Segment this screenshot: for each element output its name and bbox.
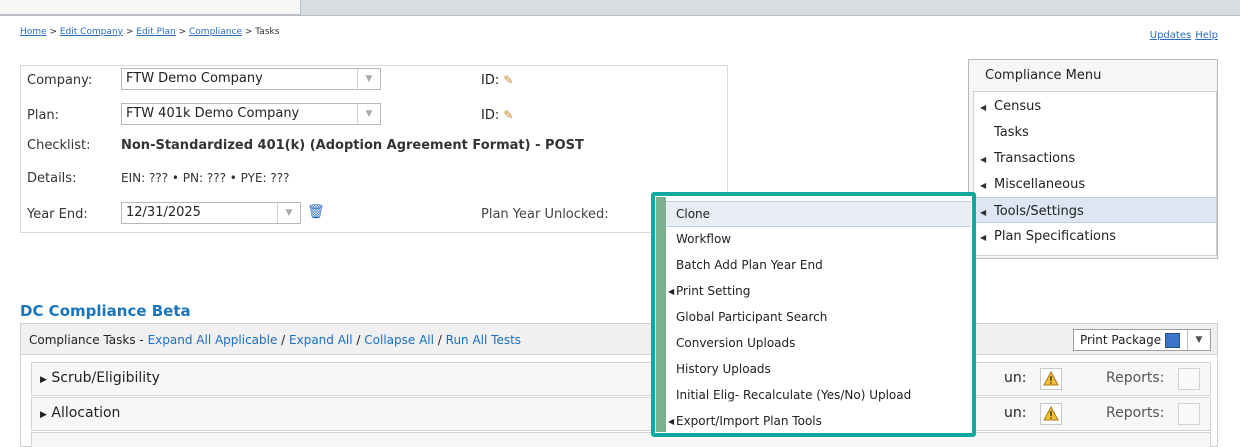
- company-row: Company: FTW Demo Company ▼ ID: ✎: [21, 68, 727, 92]
- compliance-menu-miscellaneous[interactable]: ◀ Miscellaneous: [974, 171, 1216, 197]
- details-value: EIN: ??? • PN: ??? • PYE: ???: [121, 171, 290, 185]
- tools-settings-submenu: Clone Workflow Batch Add Plan Year End ◀…: [656, 197, 971, 432]
- plan-id-label: ID: ✎: [481, 108, 514, 123]
- checklist-value: Non-Standardized 401(k) (Adoption Agreem…: [121, 138, 584, 153]
- expand-all-link[interactable]: Expand All: [289, 333, 353, 347]
- details-row: Details: EIN: ??? • PN: ??? • PYE: ???: [21, 166, 727, 190]
- compliance-tasks-label: Compliance Tasks -: [29, 333, 144, 347]
- year-end-label: Year End:: [27, 207, 88, 222]
- company-label: Company:: [27, 73, 93, 88]
- print-settings-icon[interactable]: [1165, 333, 1180, 348]
- top-bar: [0, 0, 1240, 16]
- caret-left-icon: ◀: [980, 103, 987, 112]
- caret-left-icon: ◀: [668, 417, 675, 426]
- caret-left-icon: ◀: [980, 155, 987, 164]
- breadcrumb-edit-company[interactable]: Edit Company: [60, 27, 123, 37]
- compliance-menu-census[interactable]: ◀ Census: [974, 93, 1216, 119]
- caret-right-icon: ▶: [40, 375, 47, 385]
- chevron-down-icon[interactable]: ▼: [357, 104, 380, 124]
- plan-select[interactable]: FTW 401k Demo Company ▼: [121, 103, 381, 125]
- plan-year-unlocked-label: Plan Year Unlocked:: [481, 207, 609, 222]
- warning-icon[interactable]: [1040, 403, 1062, 425]
- breadcrumb-current: Tasks: [255, 27, 280, 37]
- submenu-clone[interactable]: Clone: [666, 201, 971, 227]
- year-end-select[interactable]: 12/31/2025 ▼: [121, 202, 301, 224]
- caret-right-icon: ▶: [40, 410, 47, 420]
- submenu-batch-add-plan-year-end[interactable]: Batch Add Plan Year End: [666, 253, 971, 279]
- caret-left-icon: ◀: [980, 233, 987, 242]
- caret-left-icon: ◀: [980, 208, 987, 217]
- report-icon[interactable]: [1178, 368, 1200, 390]
- breadcrumb: Home > Edit Company > Edit Plan > Compli…: [20, 27, 280, 37]
- report-icon[interactable]: [1178, 403, 1200, 425]
- submenu-global-participant-search[interactable]: Global Participant Search: [666, 305, 971, 331]
- warning-icon[interactable]: [1040, 368, 1062, 390]
- plan-info-panel: Company: FTW Demo Company ▼ ID: ✎ Plan: …: [20, 65, 728, 233]
- collapse-all-link[interactable]: Collapse All: [364, 333, 434, 347]
- top-links: Updates Help: [1146, 30, 1218, 41]
- trash-icon[interactable]: 🗑: [307, 204, 325, 220]
- breadcrumb-home[interactable]: Home: [20, 27, 47, 37]
- compliance-menu-list: ◀ Census Tasks ◀ Transactions ◀ Miscellaneo…: [973, 91, 1217, 256]
- submenu-conversion-uploads[interactable]: Conversion Uploads: [666, 331, 971, 357]
- compliance-menu-title: Compliance Menu: [985, 68, 1102, 83]
- submenu-gutter: [656, 197, 666, 432]
- year-end-row: Year End: 12/31/2025 ▼ 🗑 Plan Year Unloc…: [21, 202, 727, 226]
- details-label: Details:: [27, 171, 77, 186]
- submenu-workflow[interactable]: Workflow: [666, 227, 971, 253]
- breadcrumb-edit-plan[interactable]: Edit Plan: [136, 27, 175, 37]
- compliance-menu-plan-specifications[interactable]: ◀ Plan Specifications: [974, 223, 1216, 249]
- print-package-button[interactable]: Print Package ▼: [1073, 329, 1211, 351]
- chevron-down-icon[interactable]: ▼: [277, 203, 300, 223]
- submenu-history-uploads[interactable]: History Uploads: [666, 357, 971, 383]
- task-row-allocation[interactable]: ▶ Allocation un: Reports:: [31, 397, 1211, 431]
- company-select[interactable]: FTW Demo Company ▼: [121, 68, 381, 90]
- caret-left-icon: ◀: [980, 181, 987, 190]
- caret-left-icon: ◀: [668, 287, 675, 296]
- expand-all-applicable-link[interactable]: Expand All Applicable: [148, 333, 278, 347]
- compliance-tasks-header: Compliance Tasks - Expand All Applicable…: [21, 324, 1217, 355]
- compliance-menu-tasks[interactable]: Tasks: [974, 119, 1216, 145]
- compliance-menu: Compliance Menu ◀ Census Tasks ◀ Transacti…: [968, 59, 1218, 259]
- checklist-row: Checklist: Non-Standardized 401(k) (Adop…: [21, 133, 727, 157]
- breadcrumb-compliance[interactable]: Compliance: [189, 27, 242, 37]
- chevron-down-icon[interactable]: ▼: [1187, 330, 1210, 350]
- submenu-print-setting[interactable]: ◀ Print Setting: [666, 279, 971, 305]
- compliance-menu-tools-settings[interactable]: ◀ Tools/Settings: [974, 197, 1216, 223]
- top-tab[interactable]: [0, 0, 301, 15]
- plan-label: Plan:: [27, 108, 60, 123]
- dc-compliance-title: DC Compliance Beta: [20, 302, 191, 320]
- compliance-menu-transactions[interactable]: ◀ Transactions: [974, 145, 1216, 171]
- task-row-scrub-eligibility[interactable]: ▶ Scrub/Eligibility un: Reports:: [31, 362, 1211, 396]
- updates-link[interactable]: Updates: [1150, 30, 1191, 41]
- run-all-tests-link[interactable]: Run All Tests: [446, 333, 521, 347]
- help-link[interactable]: Help: [1195, 30, 1218, 41]
- pencil-icon[interactable]: ✎: [503, 73, 513, 87]
- pencil-icon[interactable]: ✎: [503, 108, 513, 122]
- submenu-export-import-plan-tools[interactable]: ◀ Export/Import Plan Tools: [666, 409, 971, 435]
- submenu-initial-elig-recalculate-upload[interactable]: Initial Elig- Recalculate (Yes/No) Uploa…: [666, 383, 971, 409]
- chevron-down-icon[interactable]: ▼: [357, 69, 380, 89]
- checklist-label: Checklist:: [27, 138, 91, 153]
- plan-row: Plan: FTW 401k Demo Company ▼ ID: ✎: [21, 103, 727, 127]
- compliance-tasks-panel: Compliance Tasks - Expand All Applicable…: [20, 323, 1218, 447]
- company-id-label: ID: ✎: [481, 73, 514, 88]
